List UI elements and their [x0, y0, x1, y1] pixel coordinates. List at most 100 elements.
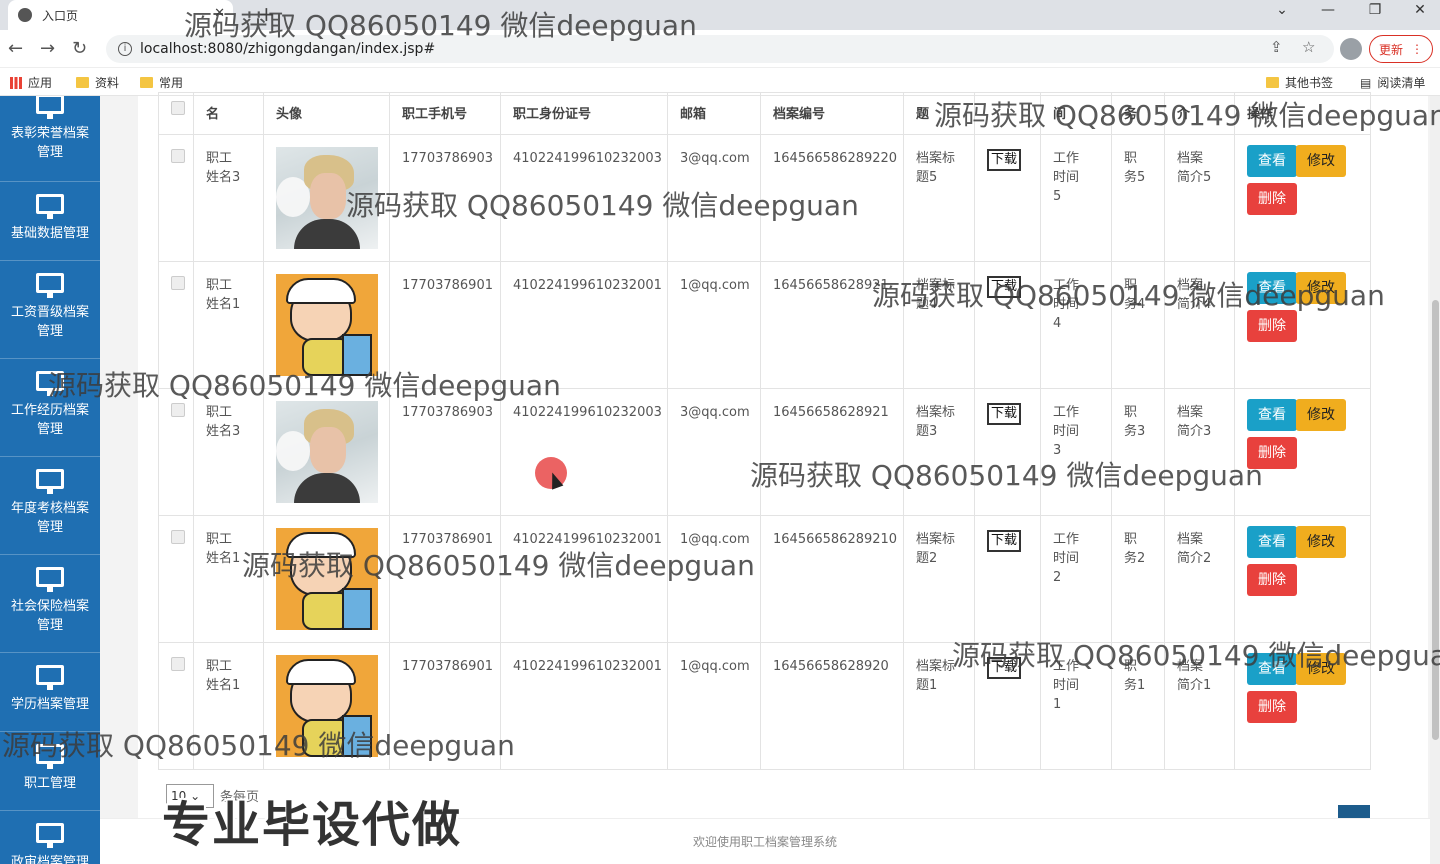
- col-header[interactable]: 名: [193, 92, 264, 135]
- view-button[interactable]: 查看: [1247, 653, 1297, 685]
- download-button[interactable]: 下载: [987, 276, 1022, 298]
- download-button[interactable]: 下载: [987, 530, 1022, 552]
- col-header[interactable]: [974, 92, 1041, 135]
- intro-cell: 档案简介2: [1164, 515, 1235, 643]
- col-header[interactable]: 职工手机号: [389, 92, 501, 135]
- col-header[interactable]: 邮箱: [667, 92, 761, 135]
- col-header[interactable]: 间: [1040, 92, 1112, 135]
- sidebar-item-annual-review[interactable]: 年度考核档案管理: [0, 457, 100, 555]
- row-checkbox[interactable]: [171, 657, 185, 671]
- col-header[interactable]: 档案编号: [760, 92, 904, 135]
- edit-button[interactable]: 修改: [1296, 272, 1346, 304]
- delete-button[interactable]: 删除: [1247, 437, 1297, 469]
- reading-list[interactable]: ▤ 阅读清单: [1360, 74, 1425, 91]
- edit-button[interactable]: 修改: [1296, 526, 1346, 558]
- sidebar-item-education[interactable]: 学历档案管理: [0, 653, 100, 732]
- folder-icon: [1266, 77, 1279, 88]
- email-cell: 1@qq.com: [667, 642, 761, 770]
- chevron-down-icon[interactable]: ⌄: [1262, 2, 1302, 18]
- more-icon: ⋮: [1411, 42, 1423, 56]
- bookmark-folder[interactable]: 资料: [76, 74, 119, 91]
- col-header[interactable]: 介: [1164, 92, 1235, 135]
- row-checkbox[interactable]: [171, 149, 185, 163]
- window-close-button[interactable]: ✕: [1400, 2, 1440, 18]
- intro-cell: 档案简介1: [1164, 642, 1235, 770]
- sidebar-item-salary[interactable]: 工资晋级档案管理: [0, 261, 100, 359]
- download-button[interactable]: 下载: [987, 149, 1022, 171]
- reload-icon[interactable]: ↻: [72, 38, 87, 59]
- duty-cell: 职务4: [1111, 261, 1165, 389]
- file-cell: 下载: [974, 261, 1041, 389]
- profile-avatar[interactable]: [1340, 38, 1362, 60]
- back-icon[interactable]: ←: [8, 38, 23, 59]
- idcard-cell: 410224199610232001: [500, 642, 668, 770]
- delete-button[interactable]: 删除: [1247, 691, 1297, 723]
- other-bookmarks-label: 其他书签: [1285, 76, 1334, 90]
- browser-tab-bar: 入口页 ✕ + ⌄ — ❐ ✕: [0, 0, 1440, 30]
- view-button[interactable]: 查看: [1247, 399, 1297, 431]
- edit-button[interactable]: 修改: [1296, 145, 1346, 177]
- sidebar-item-label: 政审档案管理: [10, 855, 89, 864]
- row-select-cell: [158, 642, 194, 770]
- star-icon[interactable]: ☆: [1302, 38, 1315, 56]
- archive-no-cell: 164566586289220: [760, 134, 904, 262]
- sidebar-item-honor[interactable]: 表彰荣誉档案管理: [0, 96, 100, 182]
- bookmark-apps[interactable]: 应用: [10, 74, 52, 91]
- duty-cell: 职务5: [1111, 134, 1165, 262]
- edit-button[interactable]: 修改: [1296, 399, 1346, 431]
- delete-button[interactable]: 删除: [1247, 310, 1297, 342]
- forward-icon[interactable]: →: [40, 38, 55, 59]
- row-checkbox[interactable]: [171, 403, 185, 417]
- col-header[interactable]: 职工身份证号: [500, 92, 668, 135]
- pager-button[interactable]: [1338, 805, 1370, 819]
- edit-button[interactable]: 修改: [1296, 653, 1346, 685]
- browser-tab[interactable]: 入口页 ✕: [8, 0, 233, 30]
- delete-button[interactable]: 删除: [1247, 564, 1297, 596]
- download-button[interactable]: 下载: [987, 657, 1022, 679]
- title-cell: 档案标题3: [903, 388, 975, 516]
- scrollbar-thumb[interactable]: [1432, 300, 1439, 740]
- sidebar-item-label: 基础数据管理: [10, 226, 89, 241]
- phone-cell: 17703786901: [389, 515, 501, 643]
- select-all-checkbox[interactable]: [171, 101, 185, 115]
- sidebar-item-work-history[interactable]: 工作经历档案管理: [0, 359, 100, 457]
- col-header[interactable]: 题: [903, 92, 975, 135]
- view-button[interactable]: 查看: [1247, 272, 1297, 304]
- bookmark-label: 常用: [159, 76, 184, 90]
- email-cell: 3@qq.com: [667, 134, 761, 262]
- update-button[interactable]: 更新 ⋮: [1369, 35, 1433, 63]
- apps-icon: [10, 76, 22, 89]
- view-button[interactable]: 查看: [1247, 526, 1297, 558]
- url-input[interactable]: i localhost:8080/zhigongdangan/index.jsp…: [106, 35, 1334, 63]
- col-header[interactable]: 头像: [263, 92, 390, 135]
- phone-cell: 17703786901: [389, 642, 501, 770]
- tab-title: 入口页: [42, 8, 79, 23]
- close-icon[interactable]: ✕: [214, 6, 225, 21]
- sidebar-item-social-insurance[interactable]: 社会保险档案管理: [0, 555, 100, 653]
- maximize-button[interactable]: ❐: [1355, 2, 1395, 18]
- download-button[interactable]: 下载: [987, 403, 1022, 425]
- row-checkbox[interactable]: [171, 530, 185, 544]
- sidebar-item-employees[interactable]: 职工管理: [0, 732, 100, 811]
- new-tab-button[interactable]: +: [258, 2, 275, 26]
- row-checkbox[interactable]: [171, 276, 185, 290]
- avatar: [276, 528, 378, 630]
- monitor-icon: [36, 194, 64, 219]
- table-row: 职工姓名1 17703786901 410224199610232001 1@qq.c…: [158, 642, 1371, 770]
- info-icon[interactable]: i: [118, 42, 132, 56]
- sidebar-item-basic-data[interactable]: 基础数据管理: [0, 182, 100, 261]
- name-cell: 职工姓名3: [193, 388, 264, 516]
- sidebar-item-political-review[interactable]: 政审档案管理: [0, 811, 100, 864]
- intro-cell: 档案简介5: [1164, 134, 1235, 262]
- bookmark-label: 应用: [28, 76, 53, 90]
- share-icon[interactable]: ⇪: [1270, 38, 1283, 56]
- other-bookmarks[interactable]: 其他书签: [1266, 74, 1333, 91]
- monitor-icon: [36, 96, 64, 119]
- row-select-cell: [158, 388, 194, 516]
- col-header[interactable]: 务: [1111, 92, 1165, 135]
- view-button[interactable]: 查看: [1247, 145, 1297, 177]
- minimize-button[interactable]: —: [1308, 2, 1348, 18]
- delete-button[interactable]: 删除: [1247, 183, 1297, 215]
- bookmark-folder[interactable]: 常用: [140, 74, 183, 91]
- idcard-cell: 410224199610232003: [500, 134, 668, 262]
